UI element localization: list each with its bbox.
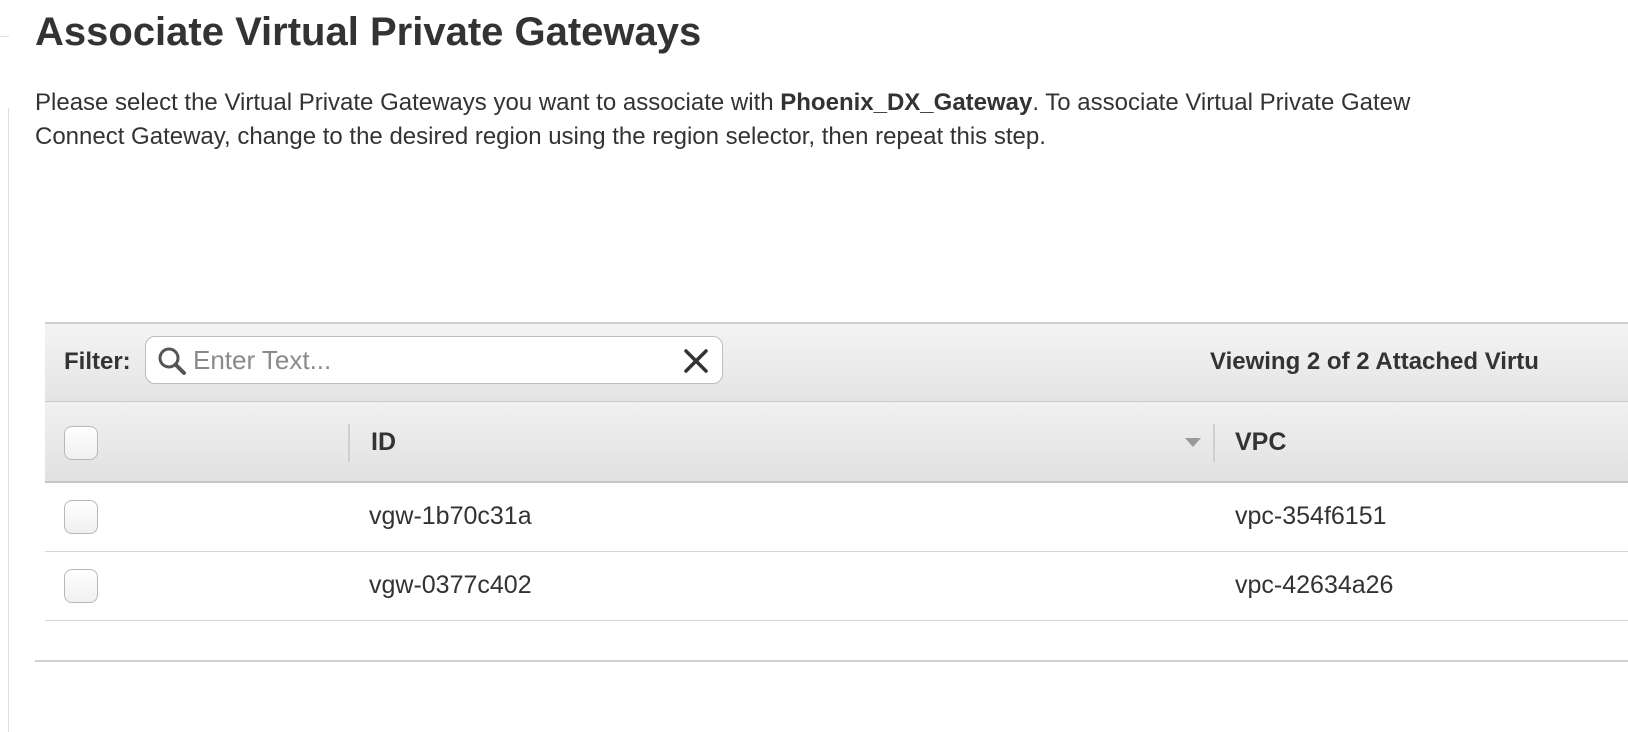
close-icon[interactable] [682, 347, 710, 375]
section-divider [35, 660, 1628, 662]
sort-caret-down-icon[interactable] [1185, 438, 1201, 448]
row-checkbox[interactable] [64, 569, 98, 603]
description-suffix: . To associate Virtual Private Gatew [1032, 89, 1411, 116]
viewing-count-text: Viewing 2 of 2 Attached Virtu [1210, 348, 1539, 375]
description-line-1: Please select the Virtual Private Gatewa… [35, 86, 1628, 120]
column-divider [1213, 424, 1215, 462]
virtual-private-gateways-table: Filter: Viewing 2 of 2 Attached Virtu ID… [45, 322, 1628, 622]
row-checkbox[interactable] [64, 500, 98, 534]
column-header-id[interactable]: ID [371, 428, 396, 457]
filter-bar: Filter: Viewing 2 of 2 Attached Virtu [45, 322, 1628, 402]
gateway-name: Phoenix_DX_Gateway [780, 89, 1033, 116]
filter-label: Filter: [64, 348, 131, 375]
table-row[interactable]: vgw-1b70c31a vpc-354f6151 [45, 483, 1628, 552]
search-icon [158, 347, 186, 375]
page-title: Associate Virtual Private Gateways [35, 10, 702, 54]
row-id: vgw-0377c402 [369, 571, 532, 599]
row-vpc: vpc-354f6151 [1235, 502, 1387, 530]
description-line-2: Connect Gateway, change to the desired r… [35, 123, 1046, 150]
filter-input[interactable] [193, 343, 663, 377]
left-divider-tick [0, 36, 9, 37]
page-description: Please select the Virtual Private Gatewa… [35, 86, 1628, 154]
table-row[interactable]: vgw-0377c402 vpc-42634a26 [45, 552, 1628, 621]
description-prefix: Please select the Virtual Private Gatewa… [35, 89, 781, 116]
column-divider [348, 424, 350, 462]
row-id: vgw-1b70c31a [369, 502, 532, 530]
row-vpc: vpc-42634a26 [1235, 571, 1394, 599]
filter-field[interactable] [145, 336, 723, 384]
table-header-row: ID VPC [45, 402, 1628, 483]
column-header-vpc[interactable]: VPC [1235, 428, 1286, 457]
left-divider [8, 108, 9, 732]
select-all-checkbox[interactable] [64, 426, 98, 460]
